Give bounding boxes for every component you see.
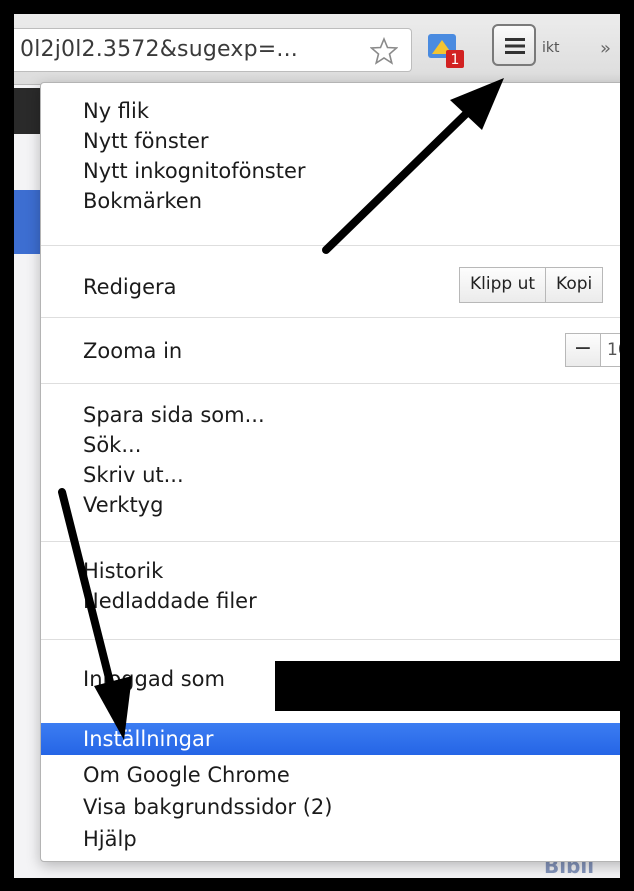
menu-item-help[interactable]: Hjälp	[83, 825, 137, 853]
zoom-controls: − 10	[565, 333, 620, 367]
menu-item-save-page-as[interactable]: Spara sida som...	[83, 401, 265, 429]
cut-button[interactable]: Klipp ut	[459, 267, 547, 303]
screen: Bibli 0l2j0l2.3572&sugexp=... 1 ikt » Ny…	[14, 14, 620, 878]
menu-separator	[41, 317, 620, 318]
chrome-menu: Ny flik Nytt fönster Nytt inkognitofönst…	[40, 82, 620, 862]
tab-overflow-chevron-icon[interactable]: »	[600, 38, 611, 59]
menu-item-background-pages[interactable]: Visa bakgrundssidor (2)	[83, 793, 332, 821]
menu-item-new-tab[interactable]: Ny flik	[83, 97, 149, 125]
address-bar-url[interactable]: 0l2j0l2.3572&sugexp=...	[20, 37, 298, 62]
menu-item-new-window[interactable]: Nytt fönster	[83, 127, 209, 155]
menu-item-tools[interactable]: Verktyg	[83, 491, 163, 519]
edit-button-group: Klipp ut Kopi	[459, 267, 604, 303]
menu-zoom-label: Zooma in	[83, 339, 183, 363]
menu-item-settings[interactable]: Inställningar	[41, 723, 620, 755]
chrome-menu-button[interactable]	[492, 24, 536, 66]
background-page-strip	[14, 190, 40, 254]
address-bar[interactable]: 0l2j0l2.3572&sugexp=...	[14, 28, 412, 72]
extension-badge: 1	[451, 52, 460, 68]
hamburger-menu-icon	[505, 38, 525, 54]
menu-item-history[interactable]: Historik	[83, 557, 163, 585]
menu-item-about-chrome[interactable]: Om Google Chrome	[83, 761, 290, 789]
menu-item-settings-label: Inställningar	[83, 727, 214, 751]
menu-signed-in-label: Inloggad som	[83, 667, 225, 691]
zoom-level-value: 10	[601, 333, 620, 367]
browser-toolbar: 0l2j0l2.3572&sugexp=... 1 ikt »	[14, 14, 620, 85]
menu-separator	[41, 245, 620, 246]
menu-item-new-incognito-window[interactable]: Nytt inkognitofönster	[83, 157, 306, 185]
tab-title-partial[interactable]: ikt	[542, 40, 560, 56]
bookmark-star-icon[interactable]	[370, 37, 398, 65]
zoom-out-button[interactable]: −	[565, 333, 601, 367]
menu-edit-label: Redigera	[83, 275, 177, 299]
copy-button[interactable]: Kopi	[546, 267, 604, 303]
menu-item-find[interactable]: Sök...	[83, 431, 141, 459]
menu-item-downloads[interactable]: Nedladdade filer	[83, 587, 257, 615]
menu-separator	[41, 383, 620, 384]
redacted-account-name	[275, 661, 620, 711]
menu-separator	[41, 639, 620, 640]
extension-icon[interactable]: 1	[426, 30, 466, 70]
menu-item-bookmarks[interactable]: Bokmärken	[83, 187, 202, 215]
menu-item-print[interactable]: Skriv ut...	[83, 461, 184, 489]
menu-separator	[41, 541, 620, 542]
